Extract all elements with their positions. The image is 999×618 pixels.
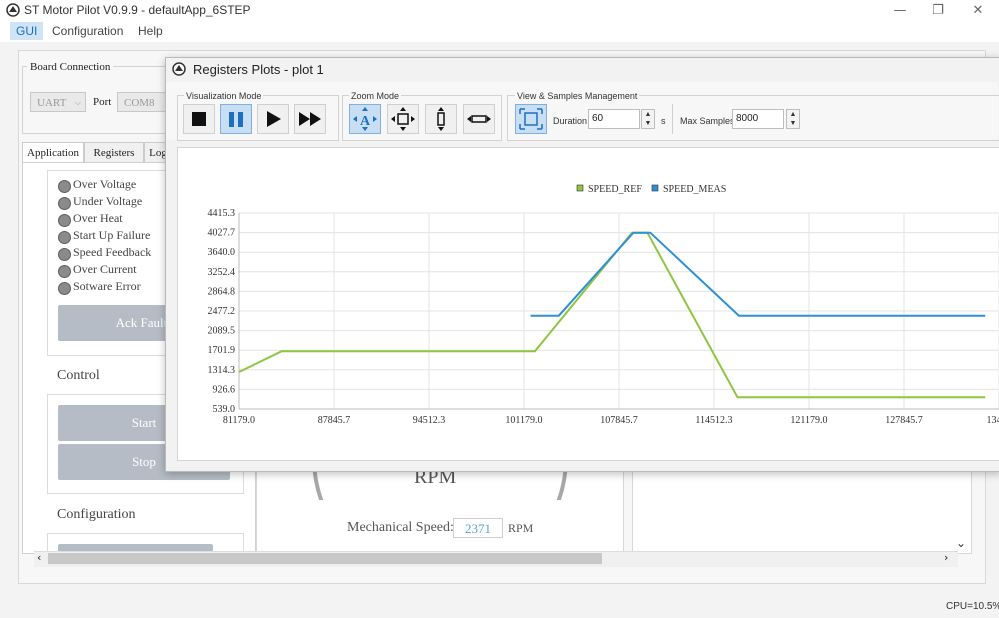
pause-icon: [229, 112, 243, 127]
board-connection-label: Board Connection: [27, 61, 114, 73]
fault-over-voltage: Over Voltage: [73, 177, 137, 191]
under-voltage-led-icon: [58, 197, 71, 210]
y-tick-label: 1701.9: [208, 345, 236, 356]
fault-start-up-failure: Start Up Failure: [73, 228, 151, 242]
fault-over-current: Over Current: [73, 262, 137, 276]
max-samples-input[interactable]: 8000: [732, 109, 784, 129]
play-icon: [267, 111, 281, 127]
fit-view-button[interactable]: [515, 104, 547, 134]
x-tick-label: 121179.0: [790, 415, 827, 426]
x-tick-label: 94512.3: [413, 415, 446, 426]
interface-combo[interactable]: UART ⌵: [30, 92, 86, 112]
x-tick-label: 114512.3: [695, 415, 732, 426]
over-voltage-led-icon: [58, 180, 71, 193]
fit-view-icon: [519, 108, 543, 130]
fault-under-voltage: Under Voltage: [73, 194, 143, 208]
duration-label: Duration: [553, 116, 588, 126]
zoom-horizontal-icon: [467, 115, 491, 123]
scrollbar-thumb[interactable]: [48, 553, 602, 564]
menu-gui[interactable]: GUI: [10, 22, 44, 40]
over-heat-led-icon: [58, 214, 71, 227]
pause-plot-button[interactable]: [220, 104, 252, 134]
visualization-mode-label: Visualization Mode: [184, 91, 264, 101]
menu-configuration[interactable]: Configuration: [46, 22, 129, 40]
scroll-left-icon[interactable]: ‹: [37, 551, 41, 564]
mechanical-speed-label: Mechanical Speed:: [347, 520, 454, 535]
y-tick-label: 3640.0: [208, 247, 236, 258]
legend-swatch: [651, 184, 659, 192]
plot-window-logo-icon: [172, 62, 186, 76]
fast-forward-icon: [299, 112, 321, 126]
legend-label: SPEED_MEAS: [663, 184, 726, 195]
speed-chart: 4415.3 4027.7 3640.0 3252.4 2864.8 2477.2 2089…: [208, 184, 999, 426]
duration-unit: s: [661, 116, 666, 126]
y-tick-label: 2089.5: [208, 326, 236, 337]
y-tick-label: 2864.8: [208, 286, 236, 297]
zoom-all-button[interactable]: [387, 104, 419, 134]
y-tick-label: 3252.4: [208, 267, 236, 278]
x-tick-label: 107845.7: [600, 415, 638, 426]
close-button[interactable]: ✕: [958, 0, 998, 22]
svg-text:A: A: [360, 114, 371, 129]
view-samples-label: View & Samples Management: [515, 91, 640, 101]
y-tick-label: 1314.3: [208, 365, 236, 376]
duration-spinner[interactable]: ▲ ▼: [641, 109, 655, 129]
over-current-led-icon: [58, 265, 71, 278]
fast-forward-plot-button[interactable]: [294, 104, 326, 134]
port-label: Port: [93, 96, 112, 108]
stop-icon: [192, 112, 206, 126]
zoom-mode-label: Zoom Mode: [349, 91, 402, 101]
fault-speed-feedback: Speed Feedback: [73, 245, 152, 259]
zoom-horizontal-button[interactable]: [463, 104, 495, 134]
fault-over-heat: Over Heat: [73, 211, 123, 225]
max-samples-spinner[interactable]: ▲ ▼: [786, 109, 800, 129]
legend-label: SPEED_REF: [588, 184, 642, 195]
tab-registers[interactable]: Registers: [84, 142, 144, 163]
minimize-button[interactable]: —: [880, 0, 920, 22]
zoom-all-icon: [391, 107, 415, 131]
right-panel: [632, 470, 972, 554]
stop-plot-button[interactable]: [183, 104, 215, 134]
x-tick-label: 127845.7: [885, 415, 923, 426]
menu-help[interactable]: Help: [132, 22, 169, 40]
zoom-auto-icon: A: [353, 107, 377, 131]
x-tick-label: 87845.7: [318, 415, 351, 426]
duration-input[interactable]: 60: [588, 109, 640, 129]
zoom-auto-button[interactable]: A: [349, 104, 381, 134]
y-tick-label: 2477.2: [208, 306, 236, 317]
y-tick-label: 539.0: [213, 404, 236, 415]
menu-bar: GUI Configuration Help: [0, 22, 999, 42]
control-title: Control: [57, 368, 100, 383]
x-tick-label: 13451: [987, 415, 999, 426]
y-tick-label: 4027.7: [208, 228, 236, 239]
scroll-right-icon[interactable]: ›: [944, 551, 948, 564]
restore-button[interactable]: ❐: [918, 0, 958, 22]
configuration-title: Configuration: [57, 507, 136, 522]
y-tick-label: 926.6: [213, 384, 236, 395]
play-plot-button[interactable]: [257, 104, 289, 134]
mechanical-speed-unit: RPM: [508, 521, 534, 535]
interface-value: UART: [37, 97, 67, 109]
legend-swatch: [576, 184, 584, 192]
app-logo-icon: [6, 3, 20, 17]
fault-software-error: Sotware Error: [73, 279, 141, 293]
zoom-vertical-button[interactable]: [425, 104, 457, 134]
plot-window-title: Registers Plots - plot 1: [193, 62, 324, 77]
start-up-failure-led-icon: [58, 231, 71, 244]
software-error-led-icon: [58, 282, 71, 295]
x-tick-label: 81179.0: [223, 415, 255, 426]
y-tick-label: 4415.3: [208, 208, 236, 219]
toolbar-divider: [672, 104, 673, 134]
window-title: ST Motor Pilot V0.9.9 - defaultApp_6STEP: [24, 3, 251, 17]
speed-feedback-led-icon: [58, 248, 71, 261]
cpu-status: CPU=10.5%: [946, 601, 999, 612]
chevron-down-icon: ⌵: [74, 98, 81, 107]
scroll-down-icon[interactable]: ⌄: [956, 536, 966, 550]
zoom-vertical-icon: [437, 107, 445, 131]
max-samples-label: Max Samples: [680, 116, 735, 126]
tab-application[interactable]: Application: [22, 142, 84, 163]
x-tick-label: 101179.0: [505, 415, 542, 426]
mechanical-speed-value: 2371: [453, 518, 503, 538]
port-combo[interactable]: COM8: [117, 92, 167, 112]
